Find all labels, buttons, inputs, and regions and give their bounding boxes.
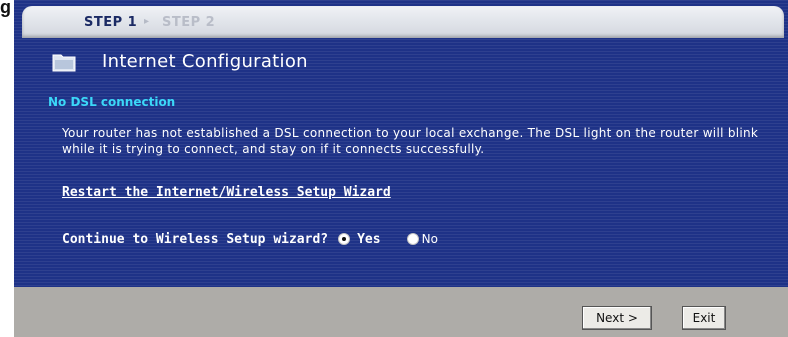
step-indicator: STEP 1 ▸ STEP 2 (22, 6, 784, 38)
status-message: Your router has not established a DSL co… (62, 126, 759, 156)
section-title: No DSL connection (48, 95, 176, 109)
restart-wizard-link[interactable]: Restart the Internet/Wireless Setup Wiza… (62, 185, 391, 200)
wizard-window: STEP 1 ▸ STEP 2 Internet Configuration N… (14, 0, 788, 337)
step-2-label: STEP 2 (162, 15, 216, 30)
next-button[interactable]: Next > (582, 306, 652, 330)
no-radio-label: No (421, 232, 438, 246)
folder-icon (52, 54, 76, 72)
step-1-label: STEP 1 (84, 15, 138, 30)
exit-button[interactable]: Exit (682, 306, 726, 330)
button-bar: Next > Exit (14, 287, 788, 337)
yes-radio-label: Yes (357, 231, 381, 247)
arrow-right-icon: ▸ (144, 16, 150, 27)
wireless-wizard-prompt: Continue to Wireless Setup wizard? Yes N… (62, 230, 438, 248)
yes-radio[interactable] (338, 233, 351, 245)
wireless-wizard-question: Continue to Wireless Setup wizard? (62, 231, 329, 247)
no-radio[interactable] (406, 233, 419, 245)
figure-caption-fragment: g (0, 0, 11, 17)
page-title: Internet Configuration (102, 51, 308, 72)
